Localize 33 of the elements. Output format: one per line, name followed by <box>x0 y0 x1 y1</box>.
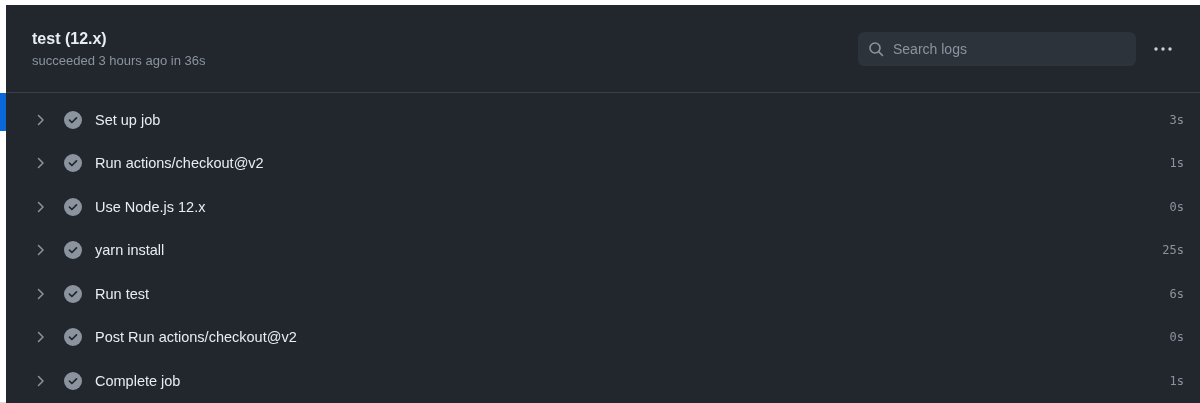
step-row[interactable]: Set up job 3s <box>6 98 1200 142</box>
step-row[interactable]: yarn install 25s <box>6 228 1200 272</box>
check-circle-icon <box>64 241 82 260</box>
check-circle-icon <box>64 284 82 303</box>
step-duration: 1s <box>1169 373 1184 388</box>
step-name: Complete job <box>95 372 182 389</box>
step-duration: 0s <box>1169 199 1184 214</box>
search-field[interactable]: Search logs <box>858 31 1136 66</box>
check-circle-icon <box>64 154 82 173</box>
check-circle-icon <box>64 371 82 390</box>
check-circle-icon <box>64 197 82 216</box>
job-summary: succeeded 3 hours ago in 36s <box>32 52 207 68</box>
job-title: test (12.x) <box>32 29 108 48</box>
step-row[interactable]: Post Run actions/checkout@v2 0s <box>6 315 1200 359</box>
step-row[interactable]: Run actions/checkout@v2 1s <box>6 141 1200 185</box>
step-duration: 25s <box>1162 243 1184 258</box>
step-duration: 3s <box>1169 112 1184 127</box>
step-row[interactable]: Run test 6s <box>6 272 1200 316</box>
step-duration: 1s <box>1169 156 1184 171</box>
step-row[interactable]: Use Node.js 12.x 0s <box>6 185 1200 229</box>
more-icon <box>1154 46 1172 51</box>
step-name: Run actions/checkout@v2 <box>95 155 265 172</box>
step-name: Post Run actions/checkout@v2 <box>95 329 298 346</box>
step-duration: 6s <box>1169 286 1184 301</box>
check-circle-icon <box>64 328 82 347</box>
check-circle-icon <box>64 110 82 129</box>
step-row[interactable]: Complete job 1s <box>6 359 1200 403</box>
step-duration: 0s <box>1169 330 1184 345</box>
step-name: Run test <box>95 285 150 302</box>
step-name: Use Node.js 12.x <box>95 198 207 215</box>
step-name: yarn install <box>95 242 166 259</box>
selection-indicator <box>0 93 6 131</box>
step-name: Set up job <box>95 111 162 128</box>
